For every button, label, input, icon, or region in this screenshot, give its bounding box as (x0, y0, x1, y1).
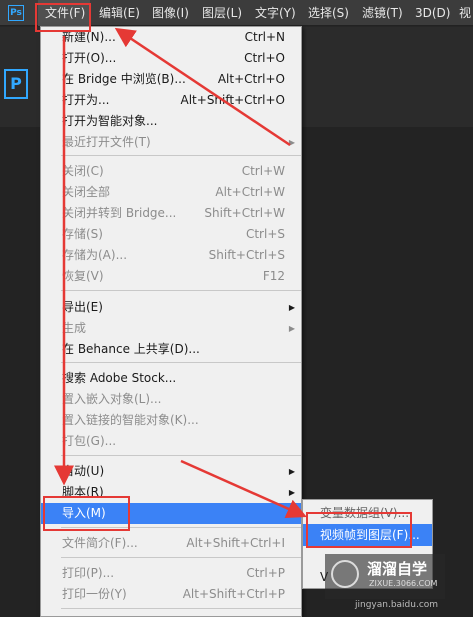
watermark-subtitle: ZIXUE.3066.COM (369, 579, 438, 588)
annotation-box-video-frames (306, 512, 412, 548)
menu-item-export[interactable]: 导出(E) ▶ (41, 297, 301, 318)
menu-item-automate[interactable]: 自动(U) ▶ (41, 461, 301, 482)
menu-item-browse-bridge[interactable]: 在 Bridge 中浏览(B)... Alt+Ctrl+O (41, 69, 301, 90)
menu-item-save-as[interactable]: 存储为(A)... Shift+Ctrl+S (41, 245, 301, 266)
menu-edit[interactable]: 编辑(E) (99, 0, 140, 26)
menu-separator (61, 455, 301, 456)
submenu-arrow-icon: ▶ (288, 303, 295, 312)
watermark: 溜溜自学 ZIXUE.3066.COM (325, 554, 445, 599)
submenu-arrow-icon: ▶ (288, 324, 295, 333)
menu-item-save[interactable]: 存储(S) Ctrl+S (41, 224, 301, 245)
menu-item-file-info[interactable]: 文件简介(F)... Alt+Shift+Ctrl+I (41, 533, 301, 554)
annotation-box-file-menu (35, 3, 91, 32)
menu-separator (61, 557, 301, 558)
photoshop-logo-icon: Ps (8, 5, 24, 21)
menu-separator (61, 362, 301, 363)
menu-separator (61, 608, 301, 609)
menu-item-place-embedded[interactable]: 置入嵌入对象(L)... (41, 389, 301, 410)
annotation-box-import (43, 496, 130, 531)
menu-item-place-linked[interactable]: 置入链接的智能对象(K)... (41, 410, 301, 431)
menu-filter[interactable]: 滤镜(T) (362, 0, 403, 26)
menu-item-open-as[interactable]: 打开为... Alt+Shift+Ctrl+O (41, 90, 301, 111)
play-logo-icon (331, 560, 359, 588)
menu-item-share-behance[interactable]: 在 Behance 上共享(D)... (41, 339, 301, 360)
submenu-arrow-icon: ▶ (288, 509, 295, 518)
menu-item-search-adobe-stock[interactable]: 搜索 Adobe Stock... (41, 368, 301, 389)
menu-image[interactable]: 图像(I) (152, 0, 189, 26)
menu-select[interactable]: 选择(S) (308, 0, 349, 26)
watermark-url: jingyan.baidu.com (355, 600, 439, 610)
submenu-arrow-icon: ▶ (288, 138, 295, 147)
menu-item-recent-files[interactable]: 最近打开文件(T) ▶ (41, 132, 301, 153)
menu-item-close-go-bridge[interactable]: 关闭并转到 Bridge... Shift+Ctrl+W (41, 203, 301, 224)
menu-item-package[interactable]: 打包(G)... (41, 431, 301, 452)
menu-item-print[interactable]: 打印(P)... Ctrl+P (41, 563, 301, 584)
watermark-title: 溜溜自学 (367, 560, 428, 578)
photoshop-home-logo-icon: P (4, 69, 28, 99)
submenu-arrow-icon: ▶ (288, 488, 295, 497)
menu-item-revert[interactable]: 恢复(V) F12 (41, 266, 301, 287)
menu-item-close[interactable]: 关闭(C) Ctrl+W (41, 161, 301, 182)
menu-separator (61, 155, 301, 156)
menu-item-generate[interactable]: 生成 ▶ (41, 318, 301, 339)
menu-separator (61, 290, 301, 291)
menu-3d[interactable]: 3D(D) (415, 0, 450, 26)
menu-item-close-all[interactable]: 关闭全部 Alt+Ctrl+W (41, 182, 301, 203)
menu-item-open[interactable]: 打开(O)... Ctrl+O (41, 48, 301, 69)
menu-type[interactable]: 文字(Y) (255, 0, 296, 26)
submenu-arrow-icon: ▶ (288, 467, 295, 476)
menu-view[interactable]: 视 (459, 0, 471, 26)
menu-item-open-smart-object[interactable]: 打开为智能对象... (41, 111, 301, 132)
menu-item-print-one-copy[interactable]: 打印一份(Y) Alt+Shift+Ctrl+P (41, 584, 301, 605)
menu-layer[interactable]: 图层(L) (202, 0, 242, 26)
